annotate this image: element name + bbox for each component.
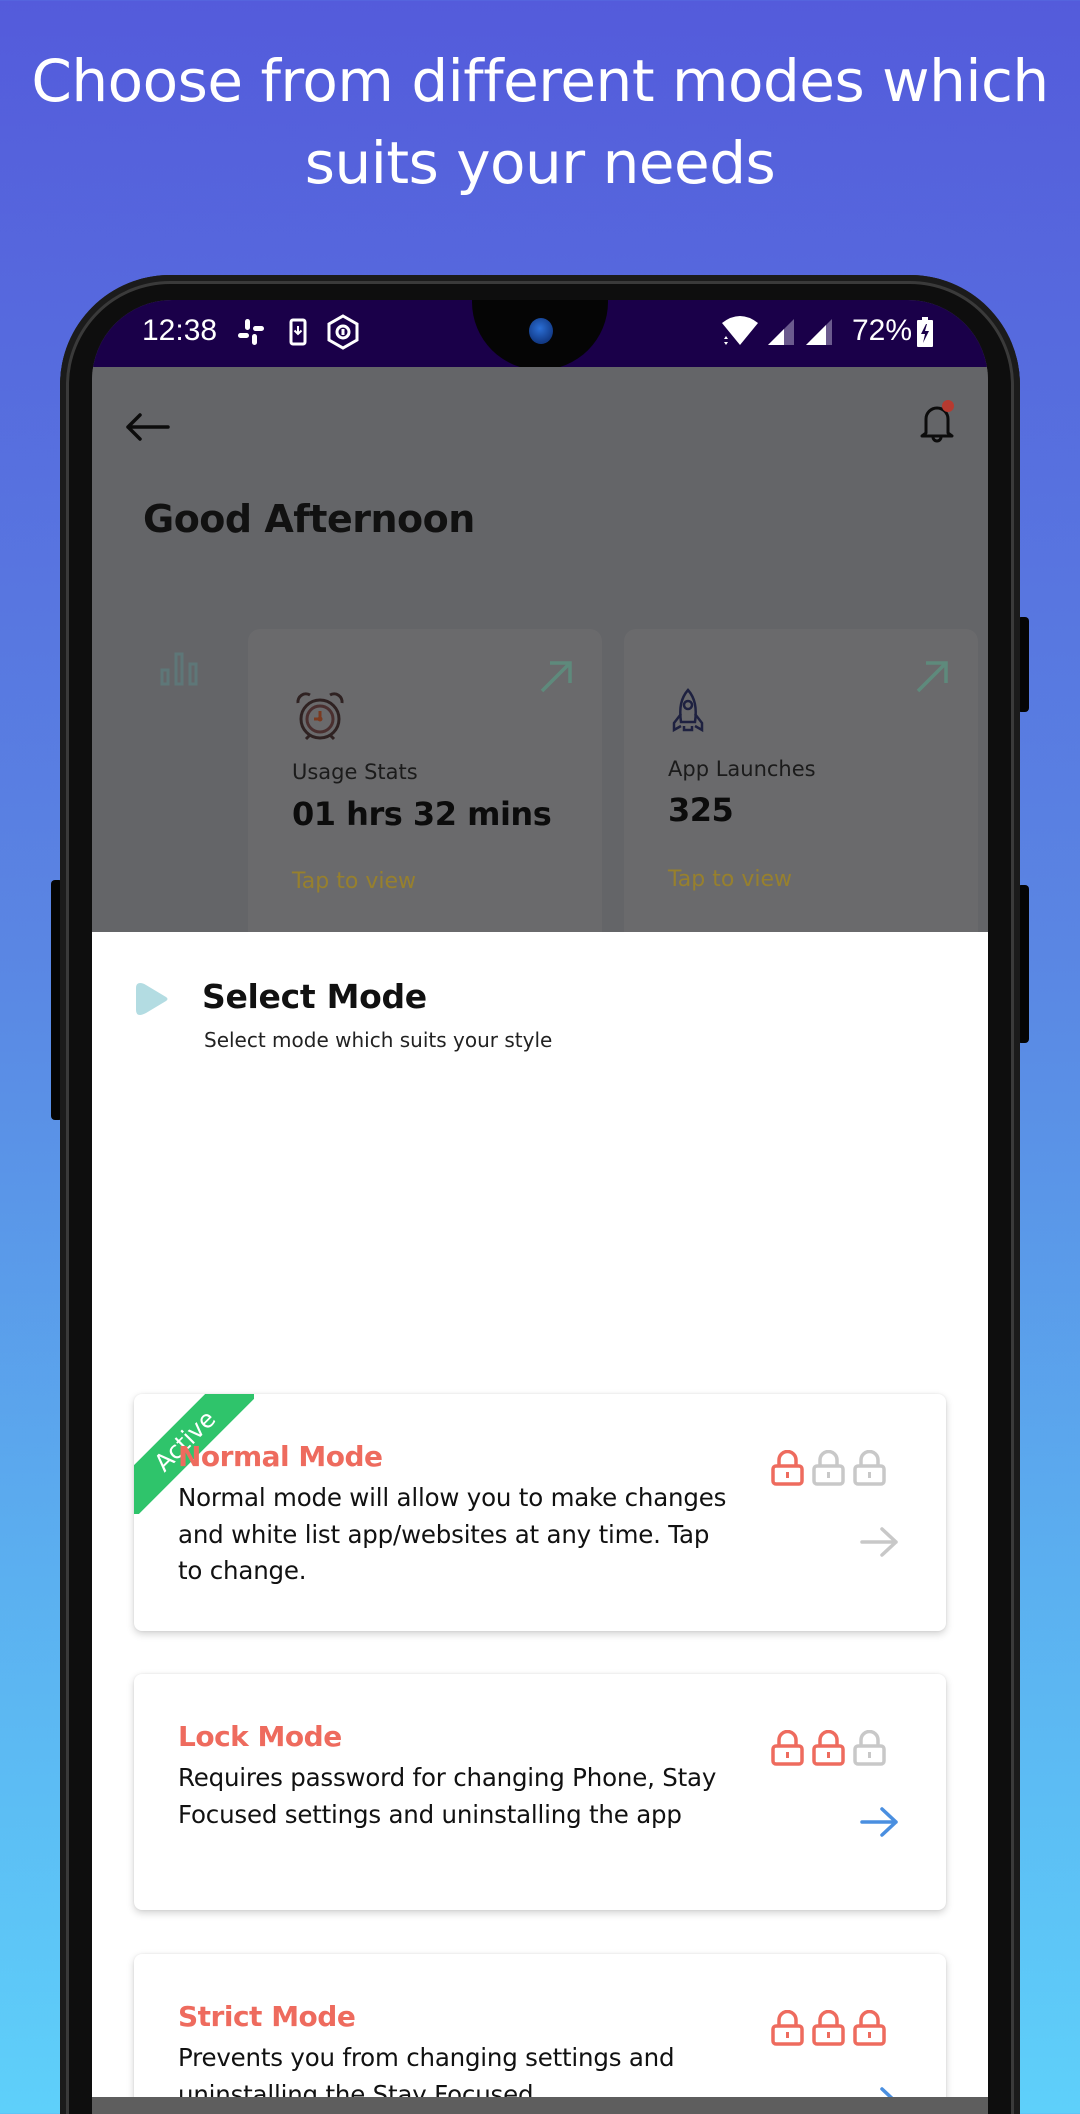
- mode-description: Normal mode will allow you to make chang…: [178, 1483, 727, 1585]
- stat-value: 325: [668, 791, 734, 829]
- vpn-shield-icon: [326, 314, 360, 350]
- mode-title: Normal Mode: [178, 1440, 383, 1473]
- sheet-subtitle: Select mode which suits your style: [204, 1028, 553, 1052]
- signal-icon: [766, 314, 796, 350]
- lock-level-indicator: [770, 2009, 887, 2046]
- open-arrow-icon: [538, 659, 574, 695]
- status-time: 12:38: [142, 314, 218, 347]
- lock-icon-active: [852, 2009, 887, 2046]
- alarm-clock-icon: [292, 689, 348, 745]
- bar-chart-icon[interactable]: [160, 650, 200, 686]
- lock-icon-inactive: [852, 1729, 887, 1766]
- arrow-right-icon[interactable]: [858, 1804, 902, 1840]
- stat-label: Usage Stats: [292, 760, 418, 784]
- lock-icon-active: [770, 1729, 805, 1766]
- wifi-icon: [720, 314, 760, 350]
- mode-title: Lock Mode: [178, 1720, 342, 1753]
- mode-card-lock[interactable]: Lock Mode Requires password for changing…: [134, 1674, 946, 1910]
- lock-icon-inactive: [811, 1449, 846, 1486]
- battery-charging-icon: [916, 314, 934, 350]
- lock-icon-active: [811, 1729, 846, 1766]
- lock-icon-active: [770, 1449, 805, 1486]
- lock-level-indicator: [770, 1449, 887, 1486]
- signal-icon: [804, 314, 834, 350]
- slack-icon: [236, 314, 266, 350]
- mode-title: Strict Mode: [178, 2000, 356, 2033]
- phone-screen: 12:38 72% Good Afternoon Usage Stats 01 …: [92, 300, 988, 2114]
- lock-icon-active: [811, 2009, 846, 2046]
- arrow-right-icon[interactable]: [858, 1524, 902, 1560]
- download-to-device-icon: [288, 314, 308, 350]
- play-triangle-icon: [134, 979, 170, 1019]
- back-arrow-icon[interactable]: [122, 407, 172, 447]
- greeting-heading: Good Afternoon: [143, 497, 475, 541]
- headline-line-2: suits your needs: [304, 129, 776, 197]
- app-launches-card[interactable]: App Launches 325 Tap to view: [624, 629, 978, 949]
- tap-to-view-link[interactable]: Tap to view: [292, 869, 416, 894]
- mode-description: Requires password for changing Phone, St…: [178, 1763, 717, 1829]
- headline-line-1: Choose from different modes which: [31, 47, 1049, 115]
- front-camera: [529, 318, 553, 344]
- notification-bell-icon[interactable]: [912, 397, 962, 447]
- stat-label: App Launches: [668, 757, 816, 781]
- status-bar: 12:38 72%: [92, 300, 988, 370]
- navigation-bar: [92, 2097, 988, 2114]
- stat-value: 01 hrs 32 mins: [292, 795, 552, 833]
- rocket-icon: [668, 687, 724, 743]
- mode-card-normal[interactable]: Active Normal Mode Normal mode will allo…: [134, 1394, 946, 1631]
- battery-percent: 72%: [852, 314, 913, 347]
- lock-icon-inactive: [852, 1449, 887, 1486]
- mode-card-strict[interactable]: Strict Mode Prevents you from changing s…: [134, 1954, 946, 2114]
- tap-to-view-link[interactable]: Tap to view: [668, 867, 792, 892]
- open-arrow-icon: [914, 659, 950, 695]
- lock-level-indicator: [770, 1729, 887, 1766]
- sheet-title: Select Mode: [202, 977, 427, 1016]
- usage-stats-card[interactable]: Usage Stats 01 hrs 32 mins Tap to view: [248, 629, 602, 949]
- select-mode-sheet: Select Mode Select mode which suits your…: [92, 932, 988, 2114]
- lock-icon-active: [770, 2009, 805, 2046]
- dashboard-background: Good Afternoon Usage Stats 01 hrs 32 min…: [92, 367, 988, 949]
- promo-headline: Choose from different modes which suits …: [0, 40, 1080, 204]
